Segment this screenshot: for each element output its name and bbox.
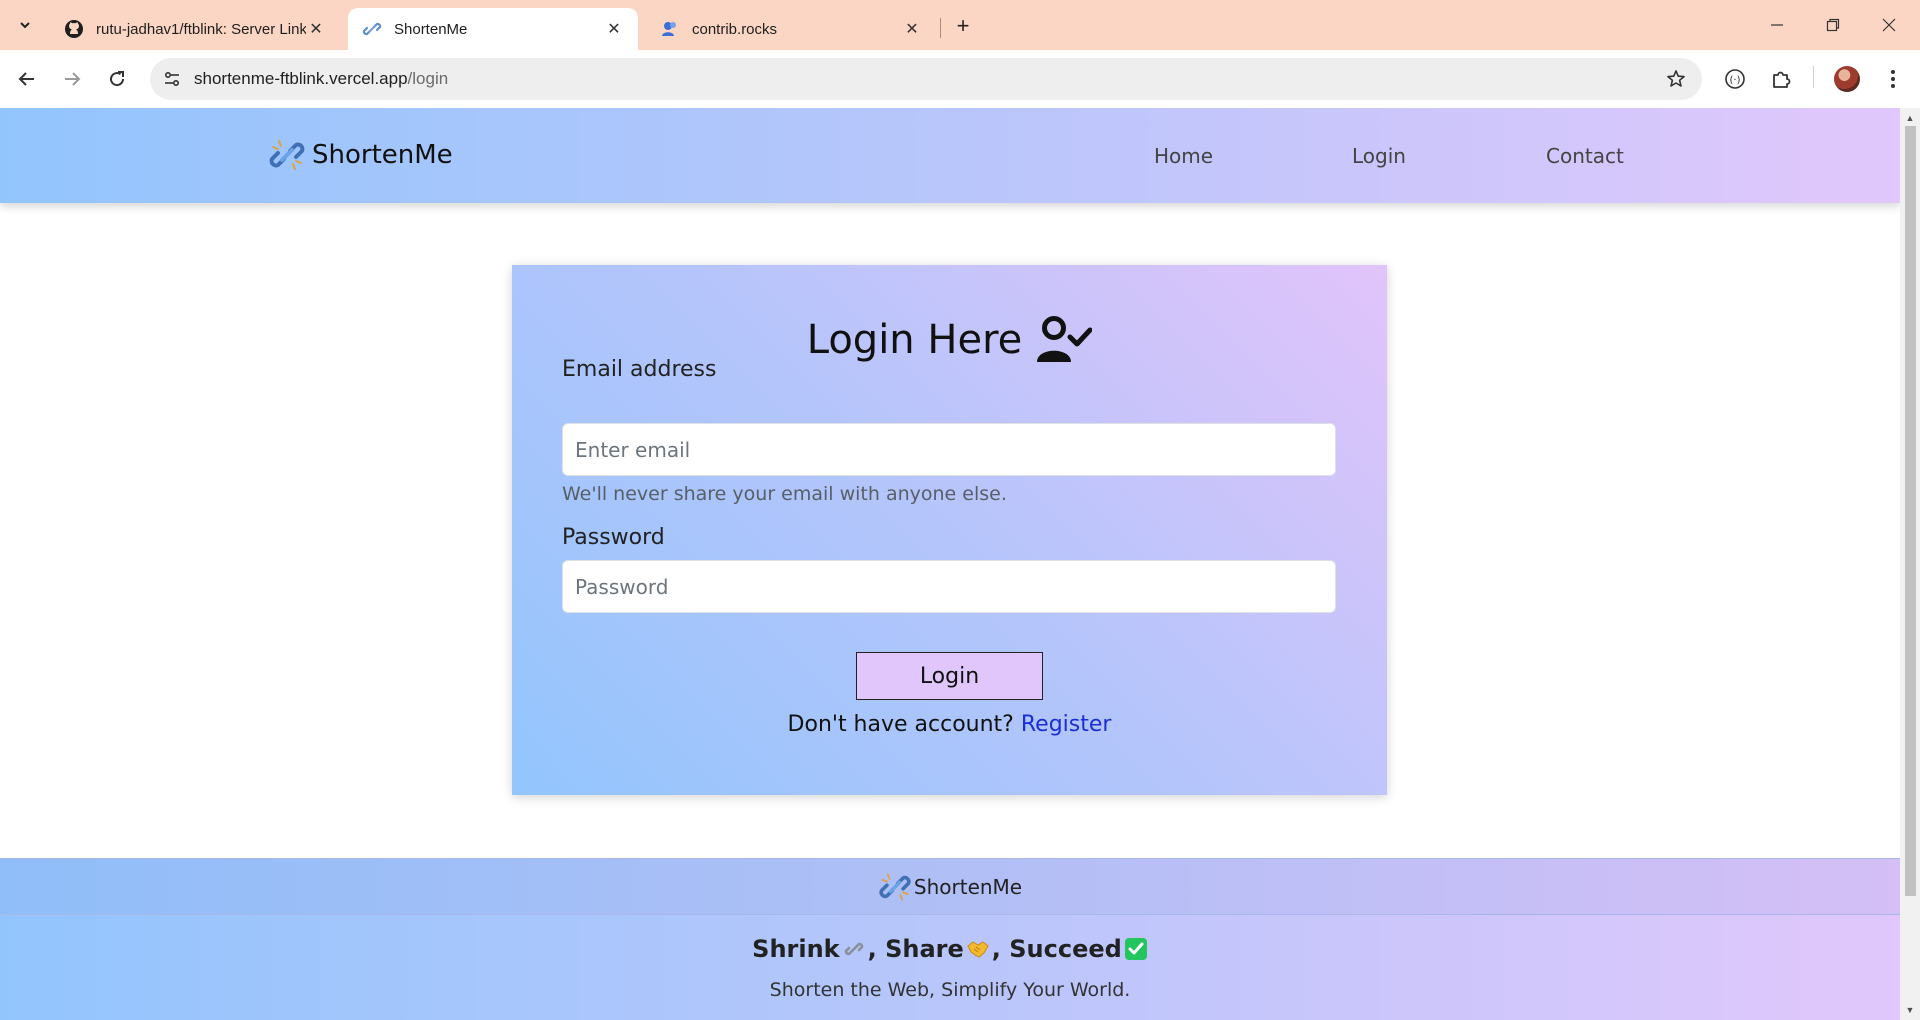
scrollbar-thumb[interactable] <box>1905 126 1916 896</box>
close-icon[interactable]: ✕ <box>902 19 922 39</box>
tab-search-button[interactable] <box>10 12 40 38</box>
page-scrollbar[interactable]: ▲ ▼ <box>1900 108 1920 1020</box>
email-field[interactable] <box>562 423 1336 476</box>
tab-title: rutu-jadhav1/ftblink: Server Link <box>96 20 306 38</box>
link-icon <box>269 140 305 170</box>
plus-icon: + <box>956 13 970 38</box>
link-emoji-icon <box>842 937 866 961</box>
footer-brand-bar: ShortenMe <box>0 859 1900 915</box>
handshake-emoji-icon <box>966 937 990 961</box>
tagline-shrink: Shrink <box>752 935 840 963</box>
brand-name: ShortenMe <box>312 140 453 170</box>
minimize-icon <box>1771 24 1783 26</box>
tab-separator <box>940 18 941 38</box>
link-icon <box>879 873 911 900</box>
forward-button[interactable] <box>55 62 89 96</box>
chevron-down-icon <box>20 22 30 29</box>
reload-button[interactable] <box>100 62 134 96</box>
url-path: /login <box>407 69 449 88</box>
github-icon <box>64 19 84 39</box>
register-prompt: Don't have account? Register <box>512 712 1387 737</box>
restore-button[interactable] <box>1810 8 1856 42</box>
new-tab-button[interactable]: + <box>950 13 976 39</box>
window-close-button[interactable] <box>1866 8 1912 42</box>
close-icon[interactable]: ✕ <box>306 19 326 39</box>
arrow-right-icon <box>65 72 81 86</box>
browser-tab-bar: rutu-jadhav1/ftblink: Server Link ✕ Shor… <box>0 0 1920 50</box>
tagline-share: , Share <box>867 935 964 963</box>
page-viewport: ShortenMe Home Login Contact Login Here … <box>0 108 1900 1020</box>
tab-github[interactable]: rutu-jadhav1/ftblink: Server Link ✕ <box>50 8 340 50</box>
login-title-text: Login Here <box>806 317 1023 363</box>
footer-subtagline: Shorten the Web, Simplify Your World. <box>769 979 1131 1001</box>
register-prompt-text: Don't have account? <box>787 712 1014 737</box>
close-icon[interactable]: ✕ <box>604 19 624 39</box>
password-label: Password <box>562 525 665 550</box>
puzzle-icon[interactable] <box>1764 62 1798 96</box>
site-navbar: ShortenMe Home Login Contact <box>0 108 1900 203</box>
email-help-text: We'll never share your email with anyone… <box>562 483 1007 505</box>
link-icon <box>362 19 382 39</box>
login-form-card: Login Here Email address We'll never sha… <box>512 265 1387 795</box>
tagline-succeed: , Succeed <box>991 935 1122 963</box>
password-field[interactable] <box>562 560 1336 613</box>
url-host: shortenme-ftblink.vercel.app <box>194 69 408 88</box>
bookmark-star-icon[interactable] <box>1664 67 1688 91</box>
reload-icon <box>110 71 125 87</box>
close-icon <box>1882 18 1896 32</box>
tab-title: contrib.rocks <box>692 20 778 38</box>
arrow-left-icon <box>18 72 34 86</box>
more-menu-icon[interactable] <box>1876 62 1910 96</box>
nav-contact-link[interactable]: Contact <box>1546 144 1624 168</box>
register-link[interactable]: Register <box>1021 712 1112 737</box>
address-bar[interactable]: shortenme-ftblink.vercel.app/login <box>150 58 1702 100</box>
brand-logo-link[interactable]: ShortenMe <box>268 136 453 174</box>
avatar[interactable] <box>1834 66 1860 92</box>
nav-login-link[interactable]: Login <box>1352 144 1406 168</box>
contrib-icon <box>660 19 680 39</box>
svg-text:(·): (·) <box>1730 75 1741 86</box>
footer-brand-name: ShortenMe <box>913 874 1023 899</box>
tab-contrib-rocks[interactable]: contrib.rocks ✕ <box>646 8 936 50</box>
tab-shortenme[interactable]: ShortenMe ✕ <box>348 8 638 50</box>
user-check-icon <box>1034 315 1093 365</box>
browser-toolbar: shortenme-ftblink.vercel.app/login (·) <box>0 50 1920 108</box>
scroll-up-arrow-icon[interactable]: ▲ <box>1900 110 1920 126</box>
toolbar-divider <box>1813 66 1814 88</box>
site-info-icon[interactable] <box>150 58 194 100</box>
tab-title: ShortenMe <box>394 20 468 38</box>
restore-icon <box>1826 18 1840 32</box>
url-text[interactable]: shortenme-ftblink.vercel.app/login <box>194 69 448 89</box>
scroll-down-arrow-icon[interactable]: ▼ <box>1900 1002 1920 1018</box>
minimize-button[interactable] <box>1754 8 1800 42</box>
site-footer: ShortenMe Shrink , Share , Succeed Short… <box>0 858 1900 1020</box>
nav-home-link[interactable]: Home <box>1154 144 1213 168</box>
footer-tagline: Shrink , Share , Succeed <box>0 935 1900 963</box>
back-button[interactable] <box>10 62 44 96</box>
extension-icon[interactable]: (·) <box>1718 62 1752 96</box>
login-submit-button[interactable]: Login <box>856 652 1043 700</box>
email-label: Email address <box>562 357 717 382</box>
check-mark-emoji-icon <box>1124 937 1148 961</box>
